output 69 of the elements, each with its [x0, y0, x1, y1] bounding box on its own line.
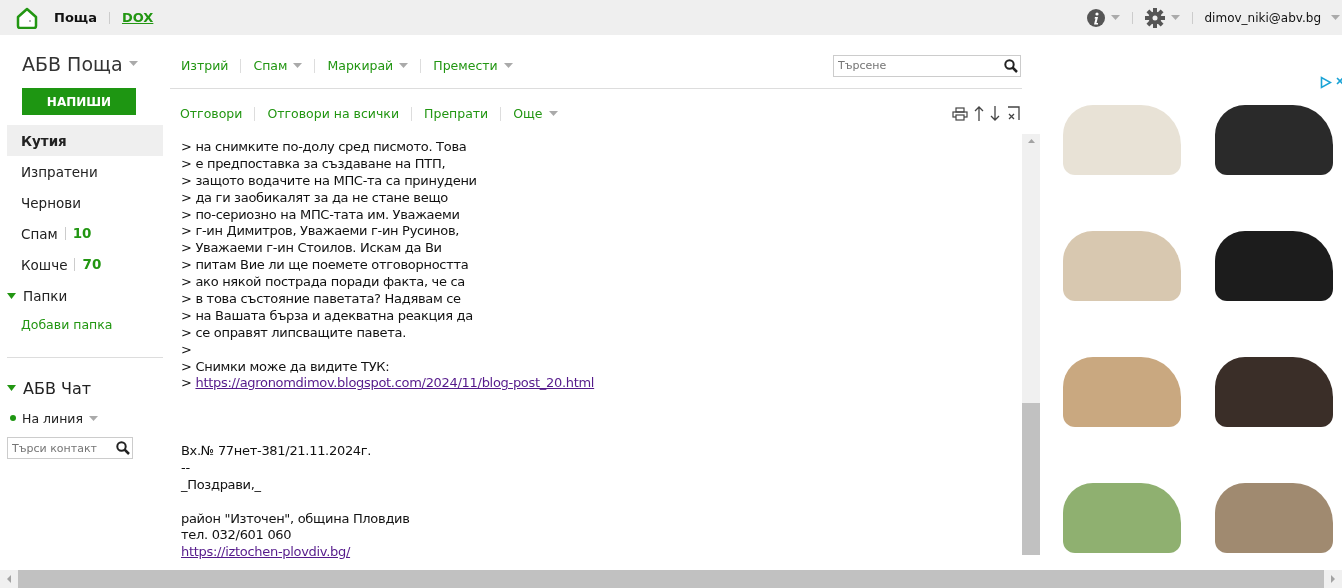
message-line: > Уважаеми г-ин Стоилов. Искам да Ви: [181, 240, 443, 258]
message-line: > г-ин Димитров, Уважаеми г-ин Русинов,: [181, 223, 461, 241]
message-line: > питам Вие ли ще поемете отговорността: [181, 257, 470, 275]
down-arrow-icon[interactable]: [990, 106, 1000, 121]
message-line: _Поздрави,_: [181, 476, 262, 494]
ad-info-icon[interactable]: [1320, 76, 1332, 89]
toolbar-action[interactable]: Премести: [433, 58, 513, 73]
home-icon[interactable]: [16, 6, 38, 29]
contact-search-field[interactable]: Търси контакт: [7, 437, 133, 459]
caret-icon: [1110, 15, 1120, 20]
message-line: > е предпоставка за създаване на ПТП,: [181, 155, 447, 173]
toolbar-action[interactable]: Спам: [253, 58, 303, 73]
message-line: > по-сериозно на МПС-тата им. Уважаеми: [181, 206, 461, 224]
folder-item[interactable]: Спам 10: [7, 218, 163, 249]
close-icon[interactable]: [1006, 106, 1020, 121]
message-line: тел. 032/601 060: [181, 527, 293, 545]
search-field[interactable]: Търсене: [833, 54, 1021, 77]
caret-icon: [1331, 15, 1340, 20]
folder-label: Кошче: [21, 256, 68, 273]
folder-item[interactable]: Кошче 70: [7, 249, 163, 280]
info-icon[interactable]: [1086, 8, 1105, 27]
toolbar-action[interactable]: Препрати: [424, 106, 489, 121]
folder-item[interactable]: Кутия: [7, 125, 163, 156]
mail-title: АБВ Поща: [22, 52, 123, 75]
message-line: > защото водачите на МПС-та са принудени: [181, 172, 478, 190]
message-line: > ако някой пострада поради факта, че са: [181, 274, 467, 291]
unread-count: 10: [64, 227, 92, 240]
folders-heading[interactable]: Папки: [23, 287, 68, 304]
quote-marker: >: [181, 375, 193, 391]
chat-heading[interactable]: АБВ Чат: [23, 378, 92, 398]
folder-item[interactable]: Изпратени: [7, 156, 163, 187]
message-line: > на Вашата бърза и адекватна реакция да: [181, 307, 474, 325]
message-line: > на снимките по-долу сред писмото. Това: [181, 139, 468, 156]
unread-count: 70: [74, 258, 102, 271]
nav-tab[interactable]: Поща: [54, 10, 97, 25]
message-link[interactable]: https://agronomdimov.blogspot.com/2024/11/blog-post_20.html: [195, 375, 595, 391]
message-line: > в това състояние паветата? Надявам се: [181, 291, 462, 308]
add-folder-link[interactable]: Добави папка: [21, 317, 163, 332]
message-line: > Снимки може да видите ТУК:: [181, 358, 391, 376]
message-line: Вх.№ 77нет-381/21.11.2024г.: [181, 443, 373, 460]
caret-icon: [88, 415, 98, 421]
chat-status[interactable]: На линия: [22, 410, 83, 426]
caret-icon: [1170, 15, 1180, 20]
user-account-menu[interactable]: dimov_niki@abv.bg: [1204, 10, 1321, 25]
search-icon[interactable]: [116, 441, 130, 455]
expanded-triangle-icon[interactable]: [7, 292, 16, 299]
up-arrow-icon[interactable]: [974, 106, 984, 121]
folder-label: Спам: [21, 225, 58, 242]
search-icon[interactable]: [1004, 58, 1018, 73]
toolbar-action[interactable]: Изтрий: [181, 58, 229, 73]
toolbar-action[interactable]: Още: [513, 106, 558, 121]
toolbar-action[interactable]: Отговори на всички: [267, 106, 400, 121]
horizontal-scrollbar[interactable]: [18, 570, 1324, 588]
message-line: >: [181, 341, 193, 359]
message-line: --: [181, 459, 191, 477]
caret-icon: [128, 61, 138, 66]
message-link[interactable]: https://iztochen-plovdiv.bg/: [181, 544, 351, 560]
compose-button[interactable]: НАПИШИ: [22, 88, 136, 115]
toolbar-action[interactable]: Маркирай: [327, 58, 409, 73]
settings-icon[interactable]: [1144, 7, 1165, 28]
toolbar-action[interactable]: Отговори: [180, 106, 243, 121]
message-line: район "Източен", община Пловдив: [181, 510, 411, 528]
print-icon[interactable]: [952, 106, 968, 121]
message-line: > се оправят липсващите павета.: [181, 324, 408, 342]
vertical-scrollbar[interactable]: [1022, 134, 1040, 555]
message-line: > да ги заобикалят за да не стане вещо: [181, 189, 449, 207]
scroll-up-icon[interactable]: [1027, 139, 1035, 143]
folder-item[interactable]: Чернови: [7, 187, 163, 218]
expanded-triangle-icon[interactable]: [7, 385, 16, 391]
